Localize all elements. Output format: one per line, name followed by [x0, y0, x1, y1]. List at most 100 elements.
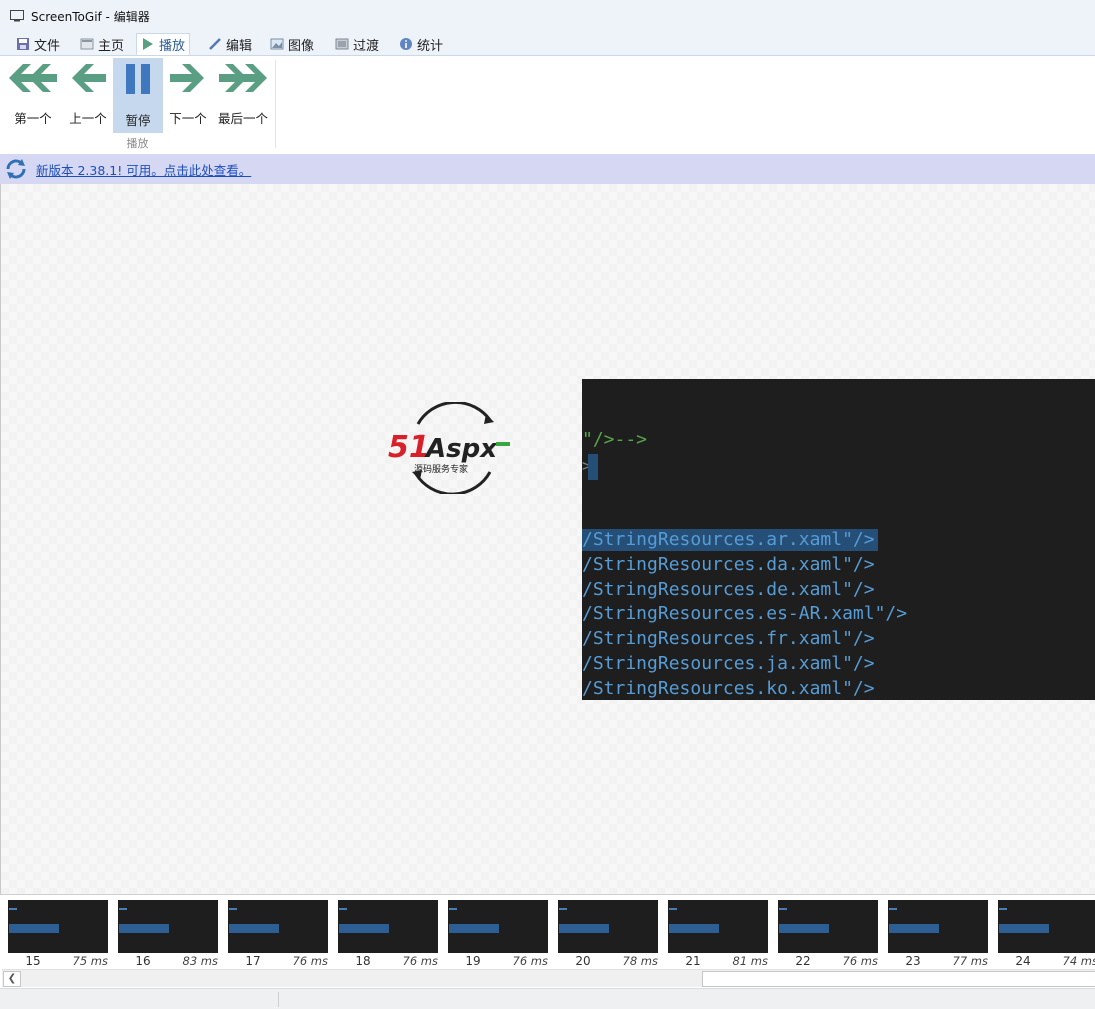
frame-number: 15 [25, 954, 41, 968]
tab-file[interactable]: 文件 [12, 34, 64, 54]
frame-delay: 76 ms [292, 954, 328, 968]
frame-number: 23 [905, 954, 921, 968]
frame-delay: 76 ms [402, 954, 438, 968]
ribbon-play-panel: 第一个 上一个 暂停 下一个 最后一个 播放 [0, 56, 1095, 153]
code-line: /StringResources.ko.xaml"/> [582, 678, 875, 699]
first-frame-button[interactable]: 第一个 [6, 58, 60, 133]
logo-51: 51 [388, 430, 430, 465]
frame-image [8, 900, 108, 953]
tab-statistics[interactable]: 统计 [395, 34, 447, 54]
tab-transition[interactable]: 过渡 [331, 34, 383, 54]
code-line: /StringResources.ar.xaml"/> [582, 529, 875, 550]
frame-thumbnail[interactable]: 20 78 ms [558, 900, 658, 968]
logo-subtitle: 源码服务专家 [414, 463, 468, 475]
code-line: /StringResources.es-AR.xaml"/> [582, 603, 908, 624]
scroll-left-icon[interactable]: ❮ [3, 971, 21, 987]
frame-image [228, 900, 328, 953]
frame-thumbnail[interactable]: 21 81 ms [668, 900, 768, 968]
tab-label: 编辑 [226, 38, 253, 54]
frame-number: 22 [795, 954, 811, 968]
tab-label: 统计 [417, 38, 444, 54]
double-arrow-left-icon [9, 64, 57, 92]
ribbon-group-label: 播放 [126, 137, 149, 150]
frame-thumbnail[interactable]: 24 74 ms [998, 900, 1095, 968]
timeline-scrollbar[interactable]: ❮ [2, 969, 1095, 987]
51aspx-logo: 51 Aspx 源码服务专家 [388, 402, 510, 494]
frame-number: 16 [135, 954, 151, 968]
code-line: /StringResources.fr.xaml"/> [582, 628, 875, 649]
frame-preview-canvas[interactable]: 51 Aspx 源码服务专家 "/>--> > /StringResources… [0, 184, 1095, 894]
transition-icon [335, 38, 349, 50]
title-bar: ScreenToGif - 编辑器 [0, 0, 1095, 32]
next-frame-label: 下一个 [169, 111, 207, 126]
arrow-left-icon [72, 64, 106, 92]
frame-delay: 81 ms [732, 954, 768, 968]
frame-thumbnail[interactable]: 19 76 ms [448, 900, 548, 968]
frame-thumbnail[interactable]: 23 77 ms [888, 900, 988, 968]
app-icon [10, 10, 24, 22]
frame-image [338, 900, 438, 953]
tab-label: 主页 [98, 38, 125, 54]
frame-delay: 83 ms [182, 954, 218, 968]
tab-home[interactable]: 主页 [76, 34, 128, 54]
status-divider [278, 992, 279, 1007]
code-line: /StringResources.ja.xaml"/> [582, 653, 875, 674]
frame-number: 19 [465, 954, 481, 968]
tab-label: 图像 [288, 38, 315, 54]
update-link[interactable]: 新版本 2.38.1! 可用。点击此处查看。 [36, 160, 251, 179]
pause-button[interactable]: 暂停 [113, 58, 163, 133]
frame-number: 21 [685, 954, 701, 968]
frame-thumbnail[interactable]: 18 76 ms [338, 900, 438, 968]
image-icon [270, 38, 284, 50]
ribbon-group-divider [275, 60, 276, 148]
code-line: /StringResources.de.xaml"/> [582, 579, 875, 600]
next-frame-button[interactable]: 下一个 [164, 58, 212, 133]
frame-thumbnail[interactable]: 17 76 ms [228, 900, 328, 968]
frame-delay: 76 ms [512, 954, 548, 968]
refresh-icon [6, 159, 26, 179]
frame-delay: 76 ms [842, 954, 878, 968]
info-icon [400, 38, 412, 50]
code-line: /StringResources.da.xaml"/> [582, 554, 875, 575]
frame-number: 18 [355, 954, 371, 968]
frame-thumbnail[interactable]: 16 83 ms [118, 900, 218, 968]
ribbon-tabs: 文件 主页 播放 编辑 图像 过渡 统计 [0, 32, 1095, 56]
window-title: ScreenToGif - 编辑器 [31, 9, 150, 24]
frame-delay: 77 ms [952, 954, 988, 968]
frame-thumbnail[interactable]: 22 76 ms [778, 900, 878, 968]
save-icon [17, 38, 29, 50]
frame-delay: 78 ms [622, 954, 658, 968]
frame-image [998, 900, 1095, 953]
status-bar [0, 988, 1095, 1009]
update-notification-bar: 新版本 2.38.1! 可用。点击此处查看。 [0, 154, 1095, 184]
code-editor-frame: "/>--> > /StringResources.ar.xaml"/> /St… [582, 379, 1095, 700]
previous-frame-button[interactable]: 上一个 [64, 58, 112, 133]
frame-image [448, 900, 548, 953]
code-line-comment: "/>--> [582, 429, 648, 450]
frame-delay: 74 ms [1062, 954, 1095, 968]
tab-image[interactable]: 图像 [266, 34, 318, 54]
pause-label: 暂停 [125, 113, 151, 128]
frame-image [888, 900, 988, 953]
last-frame-button[interactable]: 最后一个 [214, 58, 272, 133]
previous-frame-label: 上一个 [69, 111, 107, 126]
frame-image [558, 900, 658, 953]
frame-delay: 75 ms [72, 954, 108, 968]
frame-image [118, 900, 218, 953]
first-frame-label: 第一个 [14, 111, 52, 126]
logo-aspx: Aspx [424, 434, 498, 464]
frame-thumbnail[interactable]: 15 75 ms [8, 900, 108, 968]
pencil-icon [209, 38, 221, 50]
frame-number: 24 [1015, 954, 1031, 968]
frame-number: 17 [245, 954, 261, 968]
code-caret [588, 454, 598, 480]
tab-label: 文件 [34, 38, 61, 54]
play-icon [143, 38, 153, 50]
tab-label: 过渡 [353, 38, 380, 54]
scrollbar-thumb[interactable] [702, 971, 1095, 987]
last-frame-label: 最后一个 [217, 111, 268, 126]
tab-edit[interactable]: 编辑 [204, 34, 256, 54]
tab-play[interactable]: 播放 [136, 33, 191, 55]
frame-image [668, 900, 768, 953]
frame-image [778, 900, 878, 953]
